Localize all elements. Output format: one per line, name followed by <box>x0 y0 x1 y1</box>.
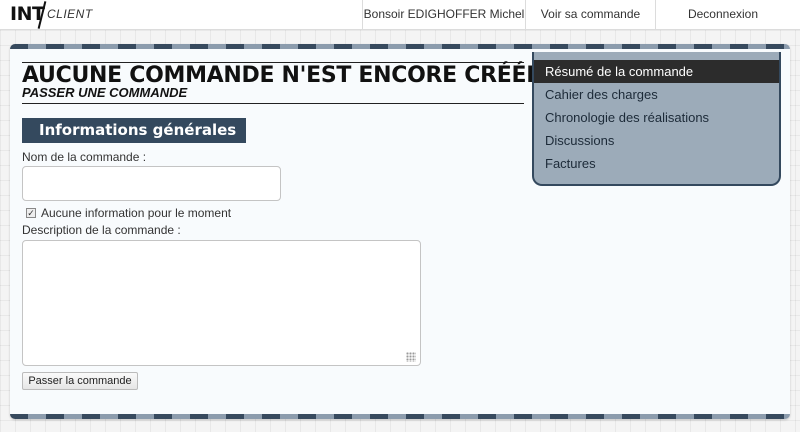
panel-content: AUCUNE COMMANDE N'EST ENCORE CRÉÉE PASSE… <box>10 49 790 414</box>
main-panel: AUCUNE COMMANDE N'EST ENCORE CRÉÉE PASSE… <box>10 44 790 419</box>
nav-view-order[interactable]: Voir sa commande <box>525 0 655 29</box>
side-item-summary[interactable]: Résumé de la commande <box>534 60 779 83</box>
logo-secondary: CLIENT <box>47 7 93 21</box>
order-name-input[interactable] <box>22 166 281 201</box>
nav-logout[interactable]: Deconnexion <box>655 0 790 29</box>
page-subtitle: PASSER UNE COMMANDE <box>22 85 188 100</box>
side-item-timeline[interactable]: Chronologie des réalisations <box>534 106 779 129</box>
nav-greeting: Bonsoir EDIGHOFFER Michel <box>362 0 525 29</box>
side-item-discussions[interactable]: Discussions <box>534 129 779 152</box>
resize-grip-icon[interactable] <box>406 352 416 362</box>
name-label: Nom de la commande : <box>22 150 147 164</box>
no-info-label: Aucune information pour le moment <box>41 206 232 220</box>
side-item-invoices[interactable]: Factures <box>534 152 779 175</box>
side-item-specifications[interactable]: Cahier des charges <box>534 83 779 106</box>
side-menu: Résumé de la commande Cahier des charges… <box>532 52 781 186</box>
top-nav: Bonsoir EDIGHOFFER Michel Voir sa comman… <box>362 0 790 29</box>
description-textarea[interactable] <box>22 240 421 366</box>
submit-order-button[interactable]: Passer la commande <box>22 372 138 390</box>
description-label: Description de la commande : <box>22 223 181 237</box>
no-info-checkbox[interactable]: ✓ <box>26 208 36 218</box>
section-title: Informations générales <box>22 118 246 143</box>
header-rule-bottom <box>22 103 524 104</box>
top-bar: INT CLIENT Bonsoir EDIGHOFFER Michel Voi… <box>0 0 800 30</box>
